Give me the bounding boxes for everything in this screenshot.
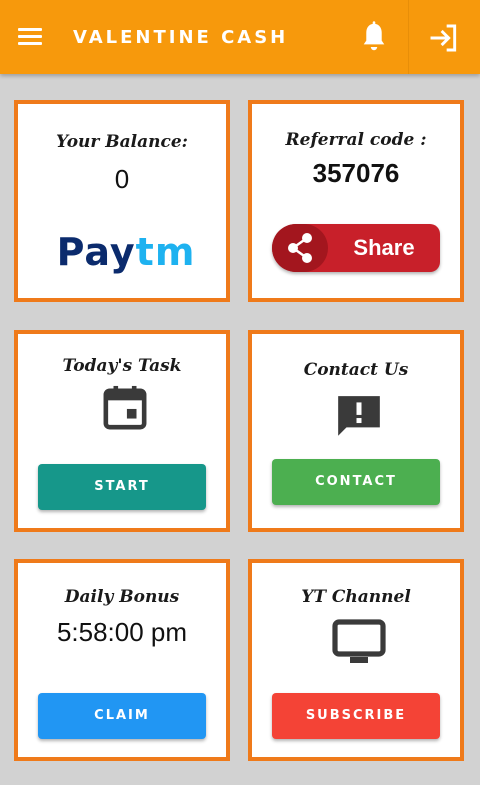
start-button[interactable]: START [38, 464, 206, 510]
balance-value: 0 [114, 164, 130, 194]
yt-card: YT Channel SUBSCRIBE [248, 559, 464, 761]
share-button[interactable]: Share [272, 224, 440, 272]
menu-icon[interactable] [18, 24, 48, 50]
share-icon [272, 224, 328, 272]
app-bar-divider [408, 0, 409, 74]
contact-label: Contact Us [303, 360, 409, 380]
bell-icon[interactable] [358, 20, 390, 56]
paytm-logo-tm: tm [135, 230, 196, 274]
feedback-icon [334, 392, 384, 446]
calendar-icon [102, 384, 148, 436]
logout-icon[interactable] [428, 22, 460, 54]
balance-card: Your Balance: 0 Paytm [14, 100, 230, 302]
task-card: Today's Task START [14, 330, 230, 532]
app-title: VALENTINE CASH [73, 27, 289, 48]
bonus-timer: 5:58:00 pm [56, 617, 188, 647]
task-label: Today's Task [62, 356, 182, 376]
contact-card: Contact Us CONTACT [248, 330, 464, 532]
share-label: Share [353, 235, 415, 260]
contact-button[interactable]: CONTACT [272, 459, 440, 505]
paytm-logo-pay: Pay [56, 230, 136, 274]
balance-label: Your Balance: [56, 132, 188, 152]
app-bar: VALENTINE CASH [0, 0, 480, 74]
subscribe-button[interactable]: SUBSCRIBE [272, 693, 440, 739]
referral-label: Referral code : [285, 130, 427, 150]
yt-label: YT Channel [301, 587, 411, 607]
claim-button[interactable]: CLAIM [38, 693, 206, 739]
referral-code: 357076 [312, 158, 400, 188]
paytm-logo[interactable]: Paytm [46, 230, 206, 274]
bonus-card: Daily Bonus 5:58:00 pm CLAIM [14, 559, 230, 761]
bonus-label: Daily Bonus [64, 587, 180, 607]
tv-icon [332, 619, 386, 669]
referral-card: Referral code : 357076 Share [248, 100, 464, 302]
